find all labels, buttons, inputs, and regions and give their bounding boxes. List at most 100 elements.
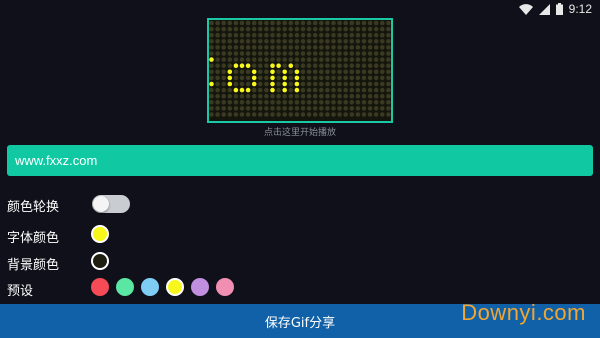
led-dot: [221, 112, 226, 117]
led-dot: [331, 100, 336, 105]
preset-color-swatch[interactable]: [116, 278, 134, 296]
led-dot: [343, 112, 348, 117]
led-preview-panel[interactable]: [207, 18, 393, 123]
led-dot: [215, 20, 220, 26]
led-dot: [245, 69, 251, 75]
led-dot: [221, 100, 226, 105]
led-dot: [300, 81, 306, 87]
bg-color-swatch[interactable]: [91, 252, 109, 270]
led-dot: [288, 81, 294, 87]
led-dot: [325, 81, 330, 87]
led-dot: [343, 75, 348, 81]
led-dot: [264, 63, 269, 68]
led-dot: [312, 32, 318, 38]
led-dot: [209, 39, 214, 44]
led-dot-lit: [227, 75, 233, 81]
led-dot: [221, 69, 226, 75]
led-dot: [386, 87, 391, 93]
led-dot: [245, 81, 251, 87]
led-dot: [209, 69, 214, 75]
led-dot: [319, 32, 324, 38]
led-dot: [325, 32, 330, 38]
led-dot: [270, 26, 275, 32]
led-dot: [251, 32, 257, 38]
led-dot: [306, 45, 312, 50]
led-dot: [270, 93, 275, 99]
led-dot: [227, 106, 233, 111]
led-dot-lit: [294, 87, 300, 93]
led-dot: [331, 112, 336, 117]
led-dot: [331, 87, 336, 93]
led-dot: [331, 57, 336, 62]
preset-color-swatch[interactable]: [191, 278, 209, 296]
led-dot: [264, 45, 269, 50]
led-dot: [270, 20, 275, 26]
led-dot: [319, 93, 324, 99]
led-dot: [282, 106, 287, 111]
led-dot: [270, 39, 275, 44]
preset-color-swatch[interactable]: [91, 278, 109, 296]
led-dot: [215, 81, 220, 87]
led-dot: [209, 45, 214, 50]
led-dot: [325, 57, 330, 62]
led-dot: [270, 100, 275, 105]
led-dot: [325, 26, 330, 32]
led-dot: [245, 112, 251, 117]
led-dot: [258, 100, 263, 105]
led-dot: [337, 93, 342, 99]
led-dot: [239, 51, 245, 56]
led-dot: [380, 26, 385, 32]
led-dot-lit: [294, 81, 300, 87]
led-dot: [367, 45, 373, 50]
preset-color-swatch[interactable]: [141, 278, 159, 296]
color-cycle-label: 颜色轮换: [7, 200, 60, 215]
led-dot: [361, 81, 367, 87]
led-dot: [233, 45, 239, 50]
led-dot: [209, 112, 214, 117]
led-dot: [258, 45, 263, 50]
led-dot: [233, 81, 239, 87]
led-dot-lit: [209, 81, 214, 87]
led-dot: [355, 93, 361, 99]
led-dot: [282, 51, 287, 56]
led-dot: [380, 100, 385, 105]
led-dot: [319, 63, 324, 68]
led-dot: [264, 93, 269, 99]
led-dot: [343, 57, 348, 62]
message-text-input[interactable]: [7, 145, 593, 176]
led-dot-lit: [270, 75, 275, 81]
font-color-swatch[interactable]: [91, 225, 109, 243]
led-dot: [264, 32, 269, 38]
led-dot: [209, 20, 214, 26]
led-dot: [270, 106, 275, 111]
led-dot: [331, 69, 336, 75]
led-dot: [258, 20, 263, 26]
led-dot: [380, 69, 385, 75]
led-dot: [325, 93, 330, 99]
led-dot: [361, 106, 367, 111]
led-dot: [367, 112, 373, 117]
led-dot: [312, 45, 318, 50]
preset-color-swatch[interactable]: [166, 278, 184, 296]
led-dot: [319, 26, 324, 32]
led-dot: [264, 26, 269, 32]
led-dot: [312, 112, 318, 117]
preset-color-swatch[interactable]: [216, 278, 234, 296]
led-dot: [288, 87, 294, 93]
led-dot: [373, 75, 379, 81]
led-dot: [209, 63, 214, 68]
led-dot: [264, 20, 269, 26]
led-dot: [227, 51, 233, 56]
led-dot: [367, 32, 373, 38]
led-dot: [276, 26, 281, 32]
color-cycle-toggle[interactable]: [92, 195, 130, 213]
led-dot: [221, 106, 226, 111]
led-dot: [343, 81, 348, 87]
led-dot: [294, 45, 300, 50]
save-gif-share-label: 保存Gif分享: [264, 315, 336, 331]
led-dot: [239, 106, 245, 111]
led-dot: [319, 112, 324, 117]
led-dot: [239, 100, 245, 105]
led-dot: [215, 75, 220, 81]
led-dot: [245, 106, 251, 111]
